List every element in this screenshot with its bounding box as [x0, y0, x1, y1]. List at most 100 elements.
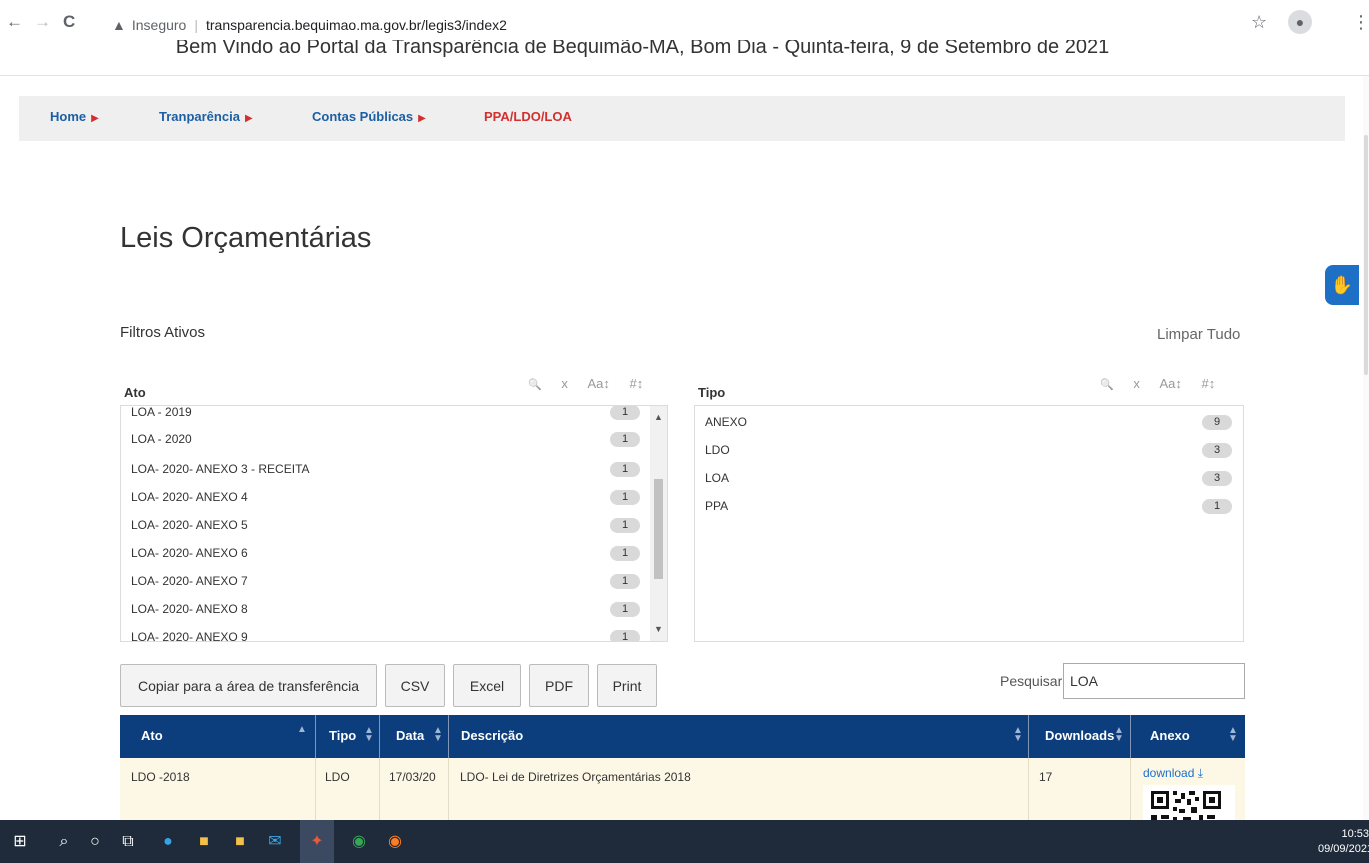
scroll-thumb[interactable]	[654, 479, 663, 579]
filter-tipo-tools: 🔍 x Aa↕ #↕	[1084, 376, 1215, 391]
store-icon[interactable]: ■	[229, 831, 251, 853]
filter-ato-title: Ato	[124, 385, 146, 400]
firefox-browser-icon[interactable]: ◉	[384, 831, 406, 853]
search-icon[interactable]: ⌕	[53, 831, 75, 853]
address-bar[interactable]: ▲ Inseguro | transparencia.bequimao.ma.g…	[112, 13, 507, 37]
list-item[interactable]: LDO 3	[695, 437, 1243, 463]
list-item-label: LOA- 2020- ANEXO 3 - RECEITA	[131, 462, 310, 476]
taskbar: ⊞ ⌕ ○ ⧉ ● ■ ■ ✉ ✦ ◉ ◉	[0, 820, 1369, 863]
breadcrumb-contas-publicas[interactable]: Contas Públicas ▶	[312, 109, 426, 124]
breadcrumb-contas-label: Contas Públicas	[312, 109, 414, 124]
list-item[interactable]: LOA- 2020- ANEXO 9 1	[121, 624, 651, 641]
breadcrumb-transparencia[interactable]: Tranparência ▶	[159, 109, 253, 124]
sort-both-icon[interactable]: ▲ ▼	[433, 726, 443, 744]
list-item[interactable]: LOA- 2020- ANEXO 7 1	[121, 568, 651, 594]
mail-icon[interactable]: ✉	[264, 831, 286, 853]
task-view-icon[interactable]: ⧉	[117, 831, 139, 853]
cell-downloads: 17	[1039, 770, 1053, 784]
sort-alpha-icon[interactable]: Aa↕	[587, 376, 609, 391]
list-item-label: LOA- 2020- ANEXO 5	[131, 518, 248, 532]
list-item-label: LOA- 2020- ANEXO 8	[131, 602, 248, 616]
clear-icon[interactable]: x	[561, 376, 568, 391]
search-icon[interactable]: 🔍	[1100, 379, 1114, 391]
pdf-button[interactable]: PDF	[529, 664, 589, 707]
forward-button[interactable]: →	[34, 12, 51, 32]
cell-descricao: LDO- Lei de Diretrizes Orçamentárias 201…	[460, 770, 691, 784]
list-item[interactable]: LOA- 2020- ANEXO 5 1	[121, 512, 651, 538]
profile-avatar[interactable]: ●	[1288, 10, 1312, 34]
sort-both-icon[interactable]: ▲ ▼	[1228, 726, 1238, 744]
sort-both-icon[interactable]: ▲ ▼	[1114, 726, 1124, 744]
address-separator: |	[194, 17, 198, 33]
count-badge: 3	[1202, 443, 1232, 458]
sort-number-icon[interactable]: #↕	[1201, 376, 1215, 391]
column-header-tipo[interactable]: Tipo	[329, 728, 356, 743]
column-header-descricao[interactable]: Descrição	[461, 728, 523, 743]
page-scroll-thumb[interactable]	[1364, 135, 1368, 375]
file-explorer-icon[interactable]: ■	[193, 831, 215, 853]
count-badge: 1	[610, 462, 640, 477]
edge-browser-icon[interactable]: ●	[157, 831, 179, 853]
chevron-right-icon: ▶	[244, 113, 253, 124]
print-button[interactable]: Print	[597, 664, 657, 707]
back-button[interactable]: ←	[6, 12, 23, 32]
divider	[0, 75, 1369, 76]
count-badge: 1	[610, 406, 640, 420]
scroll-down-icon[interactable]: ▼	[654, 624, 663, 634]
count-badge: 3	[1202, 471, 1232, 486]
filter-ato-tools: 🔍 x Aa↕ #↕	[512, 376, 643, 391]
cell-data: 17/03/20	[389, 770, 436, 784]
list-item[interactable]: LOA - 2019 1	[121, 406, 651, 425]
column-header-ato[interactable]: Ato	[141, 728, 163, 743]
clear-all-button[interactable]: Limpar Tudo	[1157, 326, 1240, 343]
active-filters-label: Filtros Ativos	[120, 324, 206, 341]
download-icon: ⤓	[1197, 766, 1204, 780]
scroll-up-icon[interactable]: ▲	[654, 412, 663, 422]
welcome-text: Bem Vindo ao Portal da Transparência de …	[175, 40, 1110, 58]
clear-icon[interactable]: x	[1133, 376, 1140, 391]
breadcrumb-home[interactable]: Home ▶	[50, 109, 99, 124]
list-item[interactable]: LOA- 2020- ANEXO 4 1	[121, 484, 651, 510]
list-item[interactable]: LOA- 2020- ANEXO 6 1	[121, 540, 651, 566]
sort-both-icon[interactable]: ▲ ▼	[1013, 726, 1023, 744]
csv-button[interactable]: CSV	[385, 664, 445, 707]
list-item[interactable]: LOA- 2020- ANEXO 8 1	[121, 596, 651, 622]
column-header-anexo[interactable]: Anexo	[1150, 728, 1190, 743]
welcome-banner: Bem Vindo ao Portal da Transparência de …	[0, 40, 1369, 68]
list-item[interactable]: LOA 3	[695, 465, 1243, 491]
count-badge: 1	[610, 432, 640, 447]
filter-ato-scrollbar[interactable]: ▲ ▼	[650, 406, 667, 641]
list-item[interactable]: LOA- 2020- ANEXO 3 - RECEITA 1	[121, 456, 651, 482]
bookmark-star-icon[interactable]: ☆	[1251, 12, 1267, 33]
search-icon[interactable]: 🔍	[528, 379, 542, 391]
copy-clipboard-button[interactable]: Copiar para a área de transferência	[120, 664, 377, 707]
sort-both-icon[interactable]: ▲ ▼	[364, 726, 374, 744]
search-input[interactable]	[1063, 663, 1245, 699]
sort-alpha-icon[interactable]: Aa↕	[1159, 376, 1181, 391]
table-row[interactable]: LDO -2018 LDO 17/03/20 LDO- Lei de Diret…	[120, 758, 1245, 828]
cortana-icon[interactable]: ○	[84, 831, 106, 853]
excel-button[interactable]: Excel	[453, 664, 521, 707]
sort-asc-icon[interactable]: ▲	[297, 725, 307, 735]
column-divider	[1028, 715, 1029, 758]
count-badge: 1	[610, 574, 640, 589]
list-item[interactable]: ANEXO 9	[695, 409, 1243, 435]
reload-button[interactable]: C	[63, 12, 75, 32]
filter-tipo-title: Tipo	[698, 385, 726, 400]
column-divider	[379, 758, 380, 828]
windows-start-icon[interactable]: ⊞	[9, 831, 31, 853]
cell-ato: LDO -2018	[131, 770, 190, 784]
accessibility-hand-icon[interactable]: ✋	[1325, 265, 1359, 305]
list-item[interactable]: LOA - 2020 1	[121, 426, 651, 452]
chrome-browser-icon[interactable]: ◉	[348, 831, 370, 853]
list-item-label: LOA- 2020- ANEXO 4	[131, 490, 248, 504]
app-icon[interactable]: ✦	[300, 820, 334, 863]
sort-number-icon[interactable]: #↕	[629, 376, 643, 391]
list-item[interactable]: PPA 1	[695, 493, 1243, 519]
download-link[interactable]: download ⤓	[1143, 766, 1203, 781]
column-divider	[1130, 715, 1131, 758]
browser-menu-icon[interactable]: ⋮	[1352, 12, 1369, 33]
download-label: download	[1143, 766, 1195, 780]
column-header-data[interactable]: Data	[396, 728, 424, 743]
column-header-downloads[interactable]: Downloads	[1045, 728, 1114, 743]
